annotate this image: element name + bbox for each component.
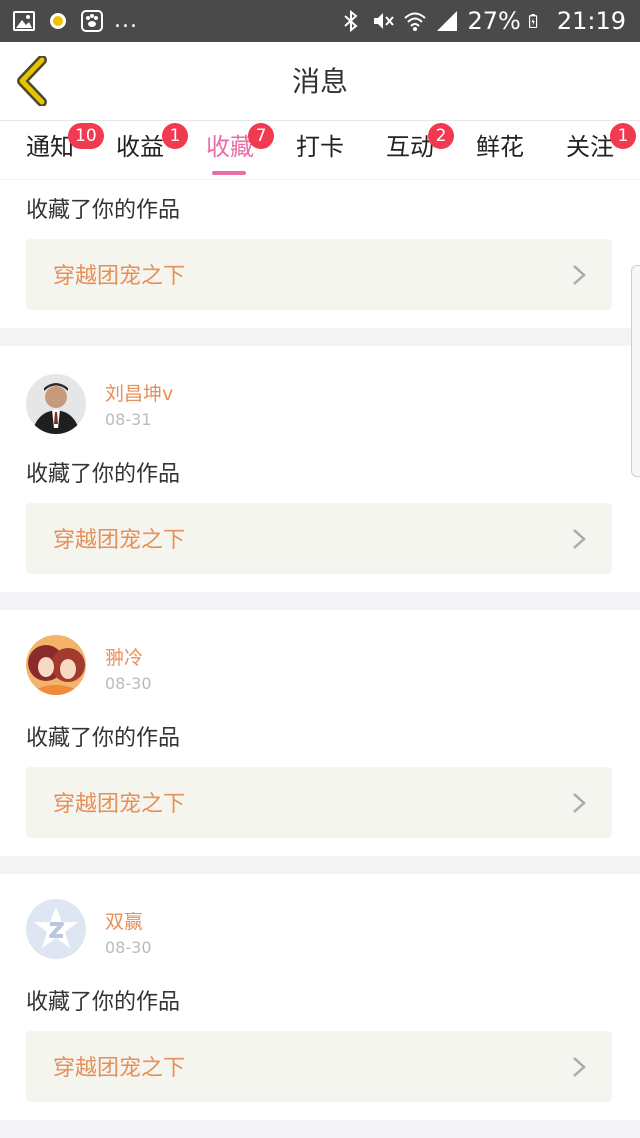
battery-charging-icon — [528, 14, 537, 28]
date: 08-30 — [105, 938, 152, 957]
action-text: 收藏了你的作品 — [26, 990, 181, 1015]
anime-girls-avatar-icon — [26, 635, 86, 695]
username[interactable]: 翀冷 — [105, 643, 143, 670]
chevron-right-icon — [573, 529, 586, 549]
tab-label: 打卡 — [296, 133, 344, 161]
avatar[interactable] — [26, 635, 86, 695]
mute-icon — [374, 13, 395, 29]
chevron-right-icon — [573, 265, 586, 285]
tab-label: 收藏 — [206, 133, 254, 161]
active-tab-indicator — [212, 171, 246, 175]
action-text: 收藏了你的作品 — [26, 198, 181, 223]
app-notification-icon — [50, 13, 66, 29]
favorite-notification-card: 双赢 08-30 收藏了你的作品 穿越团宠之下 — [0, 874, 640, 1120]
chevron-right-icon — [573, 793, 586, 813]
work-title: 穿越团宠之下 — [53, 528, 186, 553]
signal-icon — [437, 11, 458, 31]
more-notifications: ... — [114, 8, 138, 33]
tab-label: 鲜花 — [476, 133, 524, 161]
tab-label: 互动 — [386, 133, 434, 161]
unread-badge: 2 — [428, 123, 454, 149]
work-link[interactable]: 穿越团宠之下 — [26, 767, 612, 838]
favorite-notification-card: 收藏了你的作品 穿越团宠之下 — [0, 180, 640, 328]
tab-label: 收益 — [116, 133, 164, 161]
paw-app-icon — [81, 10, 103, 32]
work-title: 穿越团宠之下 — [53, 792, 186, 817]
tab-flowers[interactable]: 鲜花 — [476, 129, 524, 179]
gallery-icon — [13, 11, 35, 31]
date: 08-30 — [105, 674, 152, 693]
tab-favorites[interactable]: 收藏 7 — [206, 123, 274, 179]
tab-notifications[interactable]: 通知 10 — [26, 123, 104, 179]
username[interactable]: 双赢 — [105, 907, 143, 934]
tab-follows[interactable]: 关注 1 — [566, 123, 636, 179]
work-link[interactable]: 穿越团宠之下 — [26, 503, 612, 574]
username[interactable]: 刘昌坤v — [105, 379, 173, 406]
unread-badge: 10 — [68, 123, 104, 149]
bluetooth-icon — [344, 9, 359, 33]
unread-badge: 1 — [610, 123, 636, 149]
top-bar: 消息 — [0, 42, 640, 121]
tab-earnings[interactable]: 收益 1 — [116, 123, 188, 179]
work-link[interactable]: 穿越团宠之下 — [26, 239, 612, 310]
clock: 21:19 — [556, 7, 626, 35]
default-star-avatar-icon — [26, 899, 86, 959]
favorite-notification-card: 刘昌坤v 08-31 收藏了你的作品 穿越团宠之下 — [0, 346, 640, 592]
scrollbar[interactable] — [631, 265, 640, 477]
work-title: 穿越团宠之下 — [53, 1056, 186, 1081]
wifi-icon — [404, 12, 427, 31]
page-title: 消息 — [291, 65, 348, 98]
favorite-notification-card: 翀冷 08-30 收藏了你的作品 穿越团宠之下 — [0, 610, 640, 856]
photo-man-avatar-icon — [26, 374, 86, 434]
work-title: 穿越团宠之下 — [53, 264, 186, 289]
action-text: 收藏了你的作品 — [26, 462, 181, 487]
tab-label: 通知 — [26, 133, 74, 161]
tab-interactions[interactable]: 互动 2 — [386, 123, 454, 179]
work-link[interactable]: 穿越团宠之下 — [26, 1031, 612, 1102]
tab-label: 关注 — [566, 133, 614, 161]
unread-badge: 1 — [162, 123, 188, 149]
battery-percent: 27% — [467, 7, 521, 35]
tab-checkin[interactable]: 打卡 — [296, 129, 344, 179]
action-text: 收藏了你的作品 — [26, 726, 181, 751]
date: 08-31 — [105, 410, 152, 429]
status-bar: ... 27% 21:19 — [0, 0, 640, 42]
message-tabs: 通知 10 收益 1 收藏 7 打卡 互动 2 鲜花 关注 1 — [0, 121, 640, 179]
unread-badge: 7 — [248, 123, 274, 149]
avatar[interactable] — [26, 374, 86, 434]
avatar[interactable] — [26, 899, 86, 959]
chevron-right-icon — [573, 1057, 586, 1077]
